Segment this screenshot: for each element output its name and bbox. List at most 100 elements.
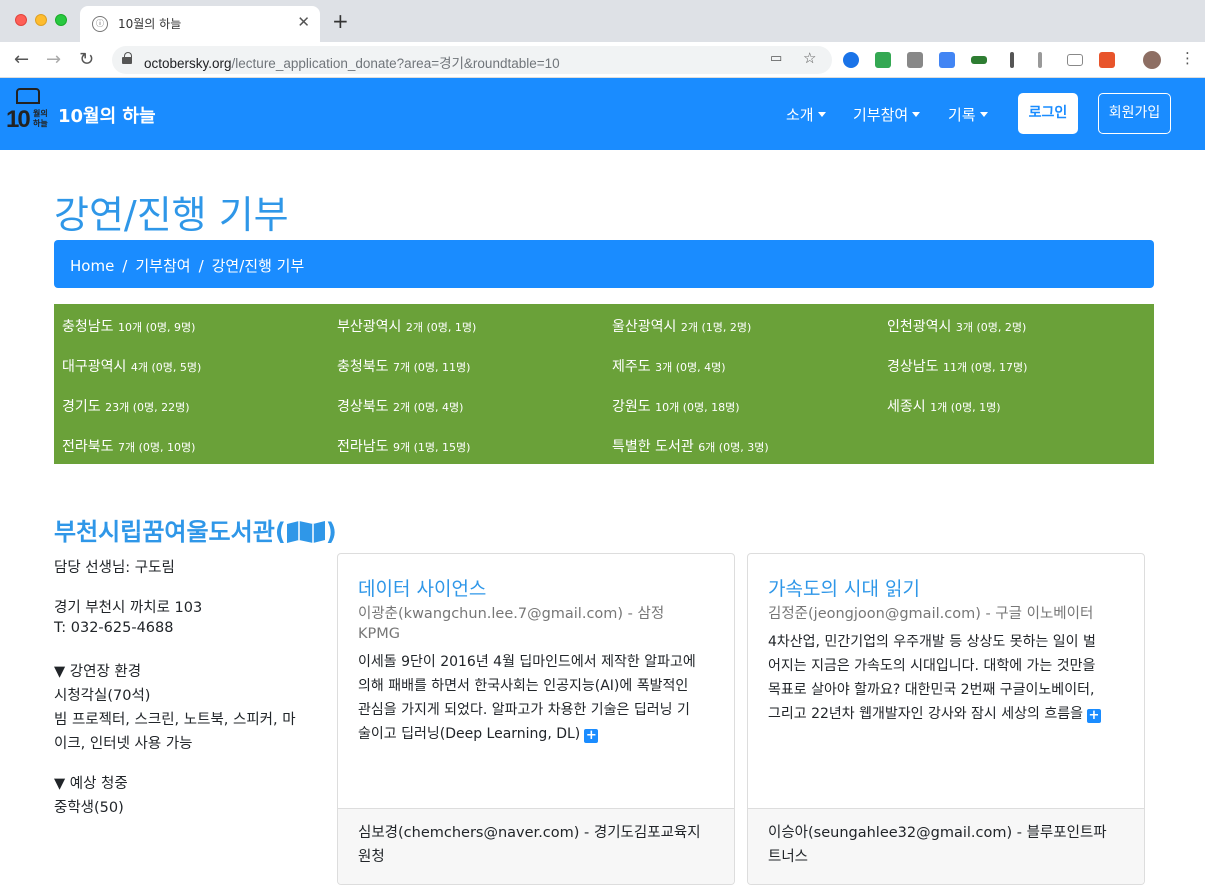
page-title: 강연/진행 기부 (54, 193, 289, 237)
lock-icon (122, 52, 132, 64)
browser-tab-bar: ⓘ 10월의 하늘 ✕ + (0, 0, 1205, 42)
region-count: 2개 (0명, 1명) (405, 321, 477, 334)
signup-button[interactable]: 회원가입 (1098, 93, 1171, 134)
browser-tab[interactable]: ⓘ 10월의 하늘 ✕ (80, 6, 320, 42)
region-count: 3개 (0명, 2명) (955, 321, 1027, 334)
tab-close-icon[interactable]: ✕ (297, 13, 310, 31)
region-count: 1개 (0명, 1명) (930, 401, 1001, 414)
expand-plus-icon[interactable]: + (584, 729, 599, 743)
region-count: 9개 (1명, 15명) (392, 441, 471, 454)
description-line: 어지는 지금은 가속도의 시대입니다. 대학에 가는 것만을 (768, 658, 1096, 674)
menu-dots-icon[interactable]: ⋮ (1180, 49, 1195, 67)
donor-line1: 심보경(chemchers@naver.com) - 경기도김포교육지 (358, 825, 701, 841)
region-link[interactable]: 충청남도 10개 (0명, 9명) (62, 316, 195, 336)
region-link[interactable]: 전라북도 7개 (0명, 10명) (62, 436, 195, 456)
back-icon[interactable]: ← (14, 49, 29, 70)
region-name: 전라북도 (62, 439, 114, 455)
breadcrumb-home[interactable]: Home (70, 257, 114, 275)
audience-heading[interactable]: ▼ 예상 청중 (54, 772, 128, 793)
drive-gray-icon[interactable] (907, 52, 923, 68)
expand-plus-icon[interactable]: + (1087, 709, 1101, 723)
lecture-title[interactable]: 데이터 사이언스 (358, 574, 486, 601)
region-link[interactable]: 대구광역시 4개 (0명, 5명) (62, 356, 201, 376)
translate-icon[interactable] (939, 52, 955, 68)
address-bar[interactable]: octobersky.org/lecture_application_donat… (112, 46, 832, 74)
lecture-title[interactable]: 가속도의 시대 읽기 (768, 574, 920, 601)
nav-menu-donate[interactable]: 기부참여 (853, 104, 921, 125)
nav-menu-donate-label: 기부참여 (853, 106, 909, 124)
breadcrumb-donate[interactable]: 기부참여 (135, 257, 190, 275)
library-title: 부천시립꿈여울도서관() (54, 518, 337, 546)
profile-avatar[interactable] (1143, 51, 1161, 69)
region-count: 2개 (0명, 4명) (392, 401, 464, 414)
site-logo[interactable]: 10 월의 하늘 (6, 86, 50, 138)
region-count: 7개 (0명, 11명) (392, 361, 471, 374)
new-tab-icon[interactable]: + (332, 9, 349, 33)
region-link[interactable]: 경상북도 2개 (0명, 4명) (337, 396, 463, 416)
lecture-card-footer: 이승아(seungahlee32@gmail.com) - 블루포인트파 트너스 (748, 808, 1144, 884)
env-heading[interactable]: ▼ 강연장 환경 (54, 660, 141, 681)
region-name: 세종시 (887, 399, 926, 415)
env-equipment-line1: 빔 프로젝터, 스크린, 노트북, 스피커, 마 (54, 712, 296, 728)
region-name: 특별한 도서관 (612, 439, 694, 455)
forward-icon[interactable]: → (46, 49, 61, 70)
extension-download-icon[interactable] (843, 52, 859, 68)
region-link[interactable]: 특별한 도서관 6개 (0명, 3명) (612, 436, 769, 456)
region-count: 6개 (0명, 3명) (698, 441, 769, 454)
region-count: 7개 (0명, 10명) (117, 441, 196, 454)
region-link[interactable]: 경상남도 11개 (0명, 17명) (887, 356, 1027, 376)
region-name: 부산광역시 (337, 319, 402, 335)
env-equipment-line2: 이크, 인터넷 사용 가능 (54, 736, 193, 752)
lecture-author: 이광춘(kwangchun.lee.7@gmail.com) - 삼정 KPMG (358, 604, 688, 644)
donor-line2: 원청 (358, 849, 385, 865)
brand-name[interactable]: 10월의 하늘 (58, 102, 156, 128)
description-line-text: 술이고 딥러닝(Deep Learning, DL) (358, 726, 581, 742)
minimize-window-button[interactable] (35, 14, 47, 26)
extension-green-icon[interactable] (971, 56, 987, 64)
region-link[interactable]: 강원도 10개 (0명, 18명) (612, 396, 740, 416)
phone-info: T: 032-625-4688 (54, 620, 174, 636)
browser-toolbar: ← → ↻ octobersky.org/lecture_application… (0, 42, 1205, 78)
description-line: 이세돌 9단이 2016년 4월 딥마인드에서 제작한 알파고에 (358, 654, 696, 670)
nav-menu-about[interactable]: 소개 (786, 104, 826, 125)
region-link[interactable]: 부산광역시 2개 (0명, 1명) (337, 316, 476, 336)
close-window-button[interactable] (15, 14, 27, 26)
lecture-author-line2: KPMG (358, 626, 400, 642)
breadcrumb-separator: / (198, 257, 204, 275)
login-button[interactable]: 로그인 (1018, 93, 1078, 134)
extension-box-icon[interactable] (1067, 54, 1083, 66)
nav-menu-records[interactable]: 기록 (948, 104, 988, 125)
region-count: 10개 (0명, 18명) (655, 401, 740, 414)
region-link[interactable]: 경기도 23개 (0명, 22명) (62, 396, 190, 416)
description-line: 목표로 살아야 할까요? 대한민국 2번째 구글이노베이터, (768, 682, 1095, 698)
region-link[interactable]: 충청북도 7개 (0명, 11명) (337, 356, 470, 376)
lecture-description: 이세돌 9단이 2016년 4월 딥마인드에서 제작한 알파고에 의해 패배를 … (358, 650, 723, 746)
address-info: 경기 부천시 까치로 103 (54, 600, 203, 616)
lecture-card: 데이터 사이언스 이광춘(kwangchun.lee.7@gmail.com) … (337, 553, 735, 885)
brush-icon[interactable] (1038, 52, 1042, 68)
region-count: 23개 (0명, 22명) (105, 401, 190, 414)
reload-icon[interactable]: ↻ (79, 49, 94, 70)
logo-number: 10 (6, 106, 31, 133)
region-link[interactable]: 울산광역시 2개 (1명, 2명) (612, 316, 751, 336)
caret-down-icon (817, 112, 826, 117)
cast-icon[interactable]: ▭ (770, 51, 782, 66)
bookmark-star-icon[interactable]: ☆ (803, 49, 816, 67)
region-name: 대구광역시 (62, 359, 127, 375)
eyedropper-icon[interactable] (1010, 52, 1014, 68)
library-name: 부천시립꿈여울도서관 (54, 518, 275, 546)
google-drive-icon[interactable] (875, 52, 891, 68)
region-grid: 충청남도 10개 (0명, 9명) 부산광역시 2개 (0명, 1명) 울산광역… (54, 304, 1154, 464)
url-host: octobersky.org (144, 56, 232, 71)
map-icon[interactable] (286, 521, 326, 543)
region-link[interactable]: 전라남도 9개 (1명, 15명) (337, 436, 470, 456)
region-count: 4개 (0명, 5명) (130, 361, 202, 374)
region-name: 전라남도 (337, 439, 389, 455)
lecture-card-footer: 심보경(chemchers@naver.com) - 경기도김포교육지 원청 (338, 808, 734, 884)
extension-ex-icon[interactable] (1099, 52, 1115, 68)
region-link[interactable]: 인천광역시 3개 (0명, 2명) (887, 316, 1026, 336)
region-name: 경기도 (62, 399, 101, 415)
region-link[interactable]: 세종시 1개 (0명, 1명) (887, 396, 1001, 416)
maximize-window-button[interactable] (55, 14, 67, 26)
region-link[interactable]: 제주도 3개 (0명, 4명) (612, 356, 726, 376)
